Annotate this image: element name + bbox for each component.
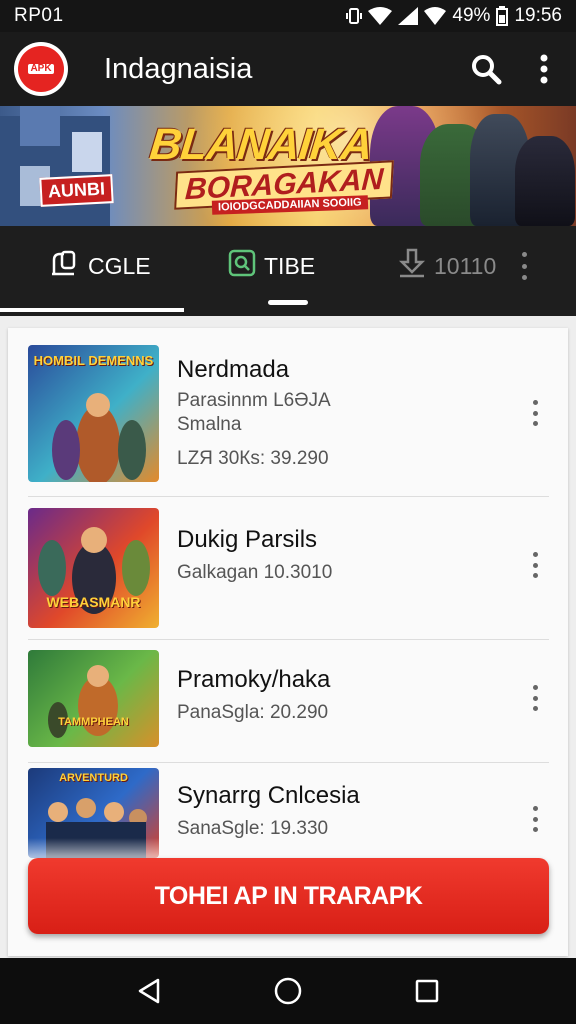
- app-logo[interactable]: APK: [14, 42, 68, 96]
- vibrate-icon: [346, 7, 363, 25]
- list-item[interactable]: TAMMPHEAN Pramoky/haka PanaSgla: 20.290: [8, 639, 568, 762]
- more-vert-icon[interactable]: [530, 552, 540, 578]
- more-vert-icon[interactable]: [530, 400, 540, 426]
- active-tab-indicator: [0, 308, 184, 312]
- more-vert-icon[interactable]: [524, 49, 564, 89]
- recents-square-icon[interactable]: [407, 971, 447, 1011]
- item-thumbnail[interactable]: TAMMPHEAN: [28, 650, 159, 747]
- tab-handle: [268, 300, 308, 305]
- item-name: Pramoky/haka: [177, 666, 331, 693]
- home-circle-icon[interactable]: [268, 971, 308, 1011]
- back-triangle-icon[interactable]: [129, 971, 169, 1011]
- more-vert-icon[interactable]: [530, 806, 540, 832]
- tab-10110[interactable]: 10110: [398, 226, 496, 306]
- item-line-2: Smalna: [177, 414, 242, 435]
- item-name: Synarrg Cnlcesia: [177, 782, 360, 809]
- item-line-1: Parasinnm L6ƏJA: [177, 390, 331, 411]
- tab-tibe[interactable]: TIBE: [228, 226, 315, 306]
- app-bar: APK Indagnaisia: [0, 32, 576, 106]
- item-meta: LZЯ 30Кs: 39.290: [177, 448, 329, 469]
- item-thumbnail[interactable]: WEBASMANR: [28, 508, 159, 628]
- thumb-title: WEBASMANR: [46, 594, 141, 610]
- item-name: Nerdmada: [177, 356, 290, 383]
- item-meta: PanaSgla: 20.290: [177, 702, 329, 723]
- status-bar: RP01 49% 19:56: [0, 0, 576, 32]
- system-nav-bar: [0, 958, 576, 1024]
- status-icons: 49% 19:56: [346, 5, 562, 27]
- thumb-title: TAMMPHEAN: [58, 716, 129, 728]
- tab-label: CGLE: [88, 252, 151, 279]
- character-art: [38, 527, 150, 614]
- search-icon[interactable]: [466, 49, 506, 89]
- wifi-icon: [368, 7, 393, 25]
- tab-label: 10110: [434, 252, 497, 279]
- download-icon: [398, 248, 426, 284]
- app-title: Indagnaisia: [104, 52, 253, 85]
- install-button[interactable]: TOHEI AP IN TRARAPK: [28, 858, 549, 934]
- battery-icon: [496, 6, 509, 26]
- character-art: [48, 665, 118, 738]
- logo-text: APK: [28, 63, 54, 74]
- promo-banner[interactable]: AUNBI BLANAIKA BORAGAKAN IOIODGCADDAIIAN…: [0, 106, 576, 226]
- item-meta: Galkagan 10.3010: [177, 562, 333, 583]
- item-name: Dukig Parsils: [177, 526, 318, 553]
- clock: 19:56: [514, 5, 562, 26]
- thumb-title: ARVENTURD: [59, 772, 128, 784]
- tab-cgle[interactable]: CGLE: [50, 226, 151, 306]
- tab-label: TIBE: [264, 252, 316, 279]
- thumb-title: HOMBIL DEMENNS: [33, 353, 154, 368]
- carrier-label: RP01: [14, 5, 64, 26]
- tab-overflow-icon[interactable]: [512, 250, 536, 282]
- tab-bar: CGLE TIBE 10110: [0, 226, 576, 316]
- signal-icon: [398, 7, 419, 25]
- more-vert-icon[interactable]: [530, 685, 540, 711]
- search-box-icon: [228, 249, 256, 283]
- banner-sign: AUNBI: [39, 174, 114, 207]
- list-item[interactable]: WEBASMANR Dukig Parsils Galkagan 10.3010: [8, 496, 568, 639]
- share-icon: [50, 248, 80, 284]
- list-item[interactable]: HOMBIL DEMENNS Nerdmada Parasinnm L6ƏJA …: [8, 328, 568, 496]
- item-thumbnail[interactable]: HOMBIL DEMENNS: [28, 345, 159, 482]
- battery-percent: 49%: [452, 5, 491, 26]
- signal-2-icon: [424, 7, 447, 25]
